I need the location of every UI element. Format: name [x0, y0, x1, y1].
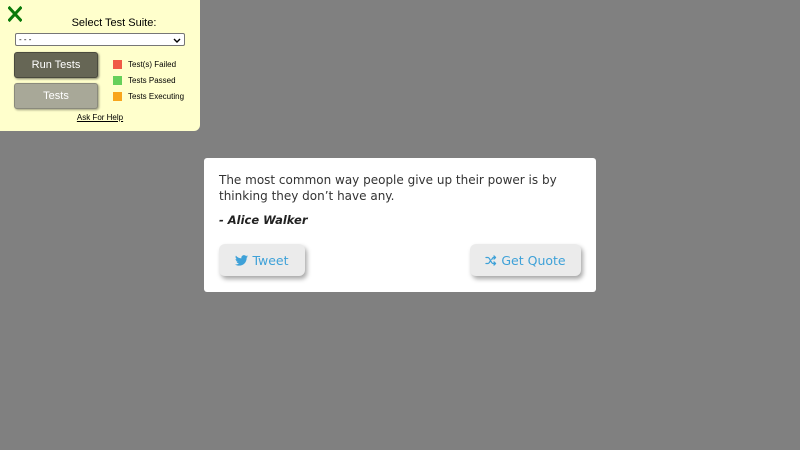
legend-label: Tests Executing [128, 91, 185, 101]
test-suite-panel: Select Test Suite: - - - Run Tests Tests… [0, 0, 200, 131]
executing-swatch [113, 91, 122, 101]
tweet-label: Tweet [252, 252, 289, 268]
quote-box: The most common way people give up their… [204, 158, 596, 292]
run-tests-button[interactable]: Run Tests [14, 52, 98, 78]
legend-item-failed: Test(s) Failed [113, 56, 184, 72]
shuffle-icon [485, 254, 501, 266]
legend-item-passed: Tests Passed [113, 72, 184, 88]
get-quote-button[interactable]: Get Quote [470, 244, 581, 276]
tests-button[interactable]: Tests [14, 83, 98, 109]
chevron-down-icon [173, 36, 181, 47]
failed-swatch [113, 59, 122, 69]
tweet-button[interactable]: Tweet [219, 244, 305, 276]
suite-select-value: - - - [19, 35, 32, 44]
passed-swatch [113, 75, 122, 85]
twitter-icon [235, 254, 252, 266]
quote-text: The most common way people give up their… [219, 173, 557, 203]
suite-label: Select Test Suite: [71, 17, 157, 29]
quote-author: - Alice Walker [219, 213, 308, 227]
get-quote-label: Get Quote [501, 252, 566, 268]
legend-label: Tests Passed [128, 75, 176, 85]
ask-for-help-link[interactable]: Ask For Help [0, 113, 200, 122]
test-legend: Test(s) Failed Tests Passed Tests Execut… [113, 56, 184, 104]
test-suite-select[interactable]: - - - [15, 33, 185, 46]
legend-label: Test(s) Failed [128, 59, 177, 69]
legend-item-executing: Tests Executing [113, 88, 184, 104]
